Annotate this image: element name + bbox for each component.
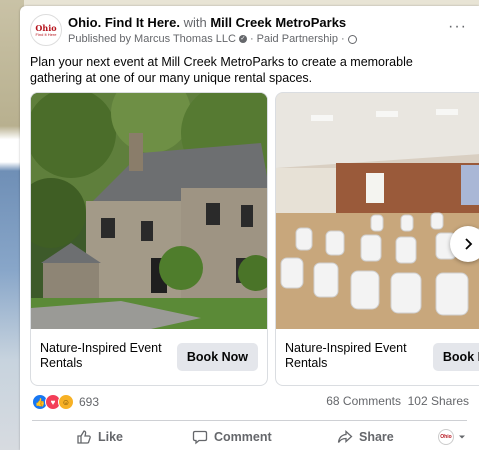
post-as-avatar: Ohio <box>438 429 454 445</box>
comment-button[interactable]: Comment <box>192 424 272 450</box>
slide-2-caption: Nature-Inspired Event Rentals <box>285 341 407 370</box>
post-body-text: Plan your next event at Mill Creek Metro… <box>30 55 413 85</box>
event-hall-image <box>276 93 479 329</box>
carousel-next-button[interactable] <box>450 226 479 262</box>
globe-icon <box>347 34 357 44</box>
share-icon <box>337 430 353 443</box>
event-hall-illustration <box>276 93 479 329</box>
logo-text: Ohio <box>35 22 57 33</box>
post-subtitle: Published by Marcus Thomas LLC ✓ · Paid … <box>68 33 357 45</box>
sponsored-post-card: Ohio Find It Here Ohio. Find It Here. wi… <box>20 6 479 450</box>
carousel-slide-1[interactable]: Nature-Inspired Event Rentals Book Now <box>30 92 268 386</box>
post-header: Ohio Find It Here Ohio. Find It Here. wi… <box>30 14 469 54</box>
haha-reaction-icon: ☺ <box>58 394 74 410</box>
stone-house-image <box>31 93 267 329</box>
carousel-slide-2[interactable]: Nature-Inspired Event Rentals Book Now <box>275 92 479 386</box>
thumbs-up-icon <box>77 430 91 444</box>
engagement-stats: 👍 ♥ ☺ 693 68 Comments 102 Shares <box>32 394 469 412</box>
comments-shares-count[interactable]: 68 Comments 102 Shares <box>326 394 469 408</box>
partner-name-link[interactable]: Mill Creek MetroParks <box>210 15 346 30</box>
like-button[interactable]: Like <box>76 424 123 450</box>
post-actions-bar: Like Comment Share Ohio <box>32 424 467 450</box>
paid-partnership-text: · Paid Partnership · <box>249 33 345 45</box>
post-title-line: Ohio. Find It Here. with Mill Creek Metr… <box>68 15 346 30</box>
slide-2-book-now-button[interactable]: Book Now <box>432 343 479 371</box>
reaction-count: 693 <box>79 395 100 409</box>
chevron-right-icon <box>465 238 473 250</box>
post-as-selector[interactable]: Ohio <box>438 424 466 450</box>
comment-label: Comment <box>214 430 272 444</box>
chevron-down-icon <box>459 435 465 439</box>
more-options-button[interactable]: ··· <box>448 18 467 36</box>
stone-house-illustration <box>31 93 267 329</box>
like-label: Like <box>98 430 124 444</box>
page-avatar[interactable]: Ohio Find It Here <box>30 14 62 46</box>
verified-icon: ✓ <box>238 35 247 43</box>
share-label: Share <box>359 430 394 444</box>
slide-1-caption: Nature-Inspired Event Rentals <box>40 341 162 370</box>
image-carousel: Nature-Inspired Event Rentals Book Now N… <box>30 92 479 388</box>
actions-divider <box>32 420 467 421</box>
comment-icon <box>192 430 208 445</box>
logo-tagline: Find It Here <box>35 31 57 37</box>
share-button[interactable]: Share <box>337 424 394 450</box>
with-text: with <box>183 15 207 30</box>
page-name-link[interactable]: Ohio. Find It Here. <box>68 15 180 30</box>
published-by-text: Published by Marcus Thomas LLC <box>68 33 236 45</box>
reactions-summary[interactable]: 👍 ♥ ☺ 693 <box>32 394 99 410</box>
slide-1-book-now-button[interactable]: Book Now <box>176 343 258 371</box>
